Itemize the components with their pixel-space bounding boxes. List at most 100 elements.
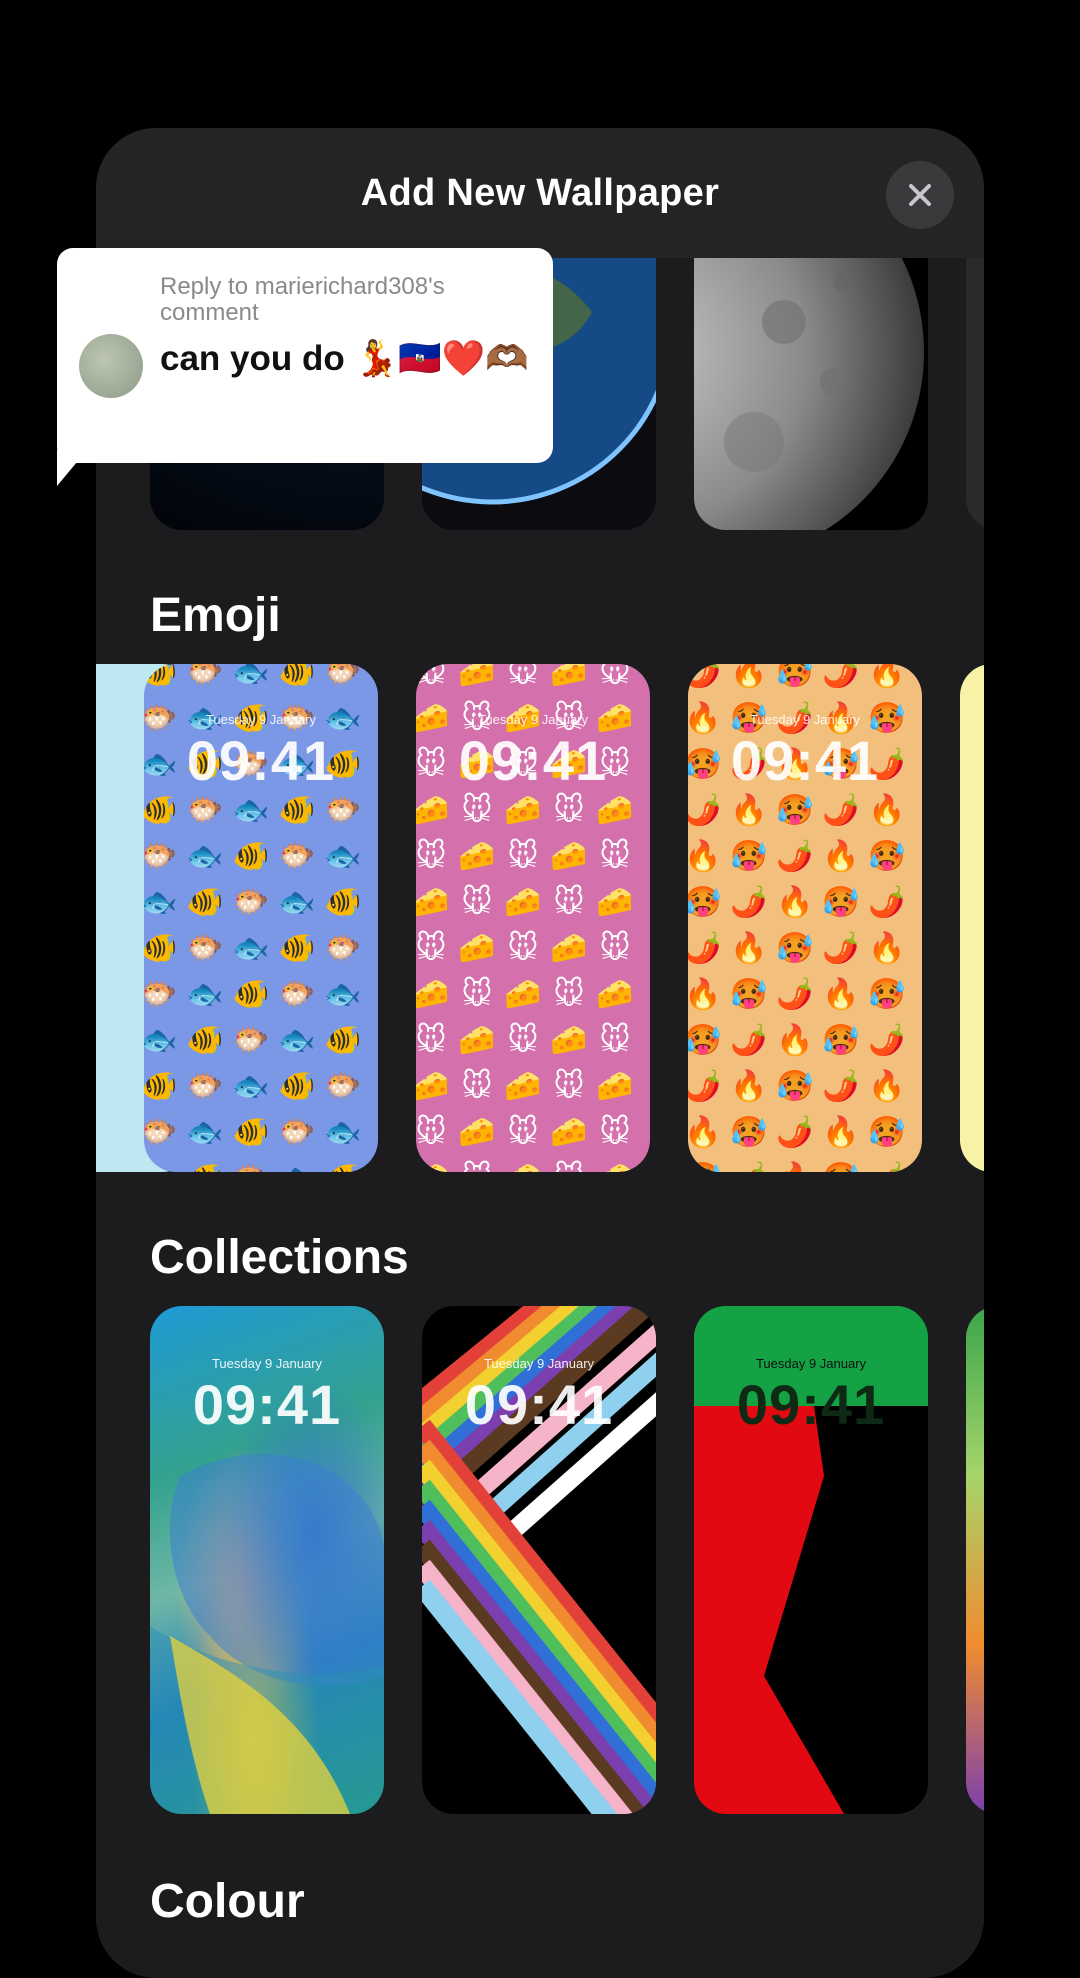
emoji-tile: 🐠 xyxy=(278,932,316,965)
emoji-tile: 🐭 xyxy=(553,794,585,827)
emoji-tile: 🌶️ xyxy=(730,1024,768,1057)
emoji-tile: 🐡 xyxy=(232,1024,270,1057)
comment-text: can you do 💃🇭🇹❤️🫶🏾 xyxy=(160,339,529,378)
emoji-tile: 🥵 xyxy=(730,978,768,1011)
emoji-tile: 🥵 xyxy=(730,840,768,873)
emoji-tile: 🐭 xyxy=(599,1024,631,1057)
emoji-tile: 🐠 xyxy=(144,932,178,965)
close-button[interactable] xyxy=(886,161,954,229)
wallpaper-peek[interactable] xyxy=(966,258,984,530)
emoji-tile: 🐠 xyxy=(182,1156,228,1172)
emoji-tile: 🥵 xyxy=(868,1116,906,1149)
emoji-tile: 🧀 xyxy=(550,932,588,965)
emoji-tile: 🐟 xyxy=(232,664,270,689)
emoji-tile: 🐠 xyxy=(232,1116,270,1149)
emoji-tile: 🐭 xyxy=(599,1116,631,1149)
emoji-tile: 🐭 xyxy=(416,1024,447,1057)
emoji-tile: 🐭 xyxy=(416,1116,447,1149)
emoji-tile: 🐠 xyxy=(324,1024,362,1057)
emoji-tile: 🔥 xyxy=(730,664,768,689)
emoji-tile: 🐡 xyxy=(186,932,224,965)
emoji-tile: 🌶️ xyxy=(776,978,814,1011)
emoji-tile: 🧀 xyxy=(550,840,588,873)
emoji-tile: 🐟 xyxy=(324,840,362,873)
emoji-tile: 🐭 xyxy=(416,932,447,965)
emoji-tile: 🐭 xyxy=(461,794,493,827)
emoji-tile: 🧀 xyxy=(458,840,496,873)
emoji-tile: 🐭 xyxy=(553,978,585,1011)
emoji-tile: 🌶️ xyxy=(688,932,722,965)
emoji-tile: 🐭 xyxy=(599,932,631,965)
emoji-tile: 🐠 xyxy=(232,840,270,873)
wallpaper-emoji-mouse[interactable]: 🐭 🧀 🐭 🧀 🐭 🧀 🐭 🧀 🐭 🧀 🐭 🧀 🐭 🧀 🐭 🧀 🐭 🧀 🐭 🧀 🐭 🧀 🐭 🧀 🐭 🧀 🐭 🧀 🐭 🧀 🐭 🧀 🐭 🧀 🐭 🧀 🐭 🧀 🐭 🧀… xyxy=(416,664,650,1172)
emoji-tile: 🐡 xyxy=(324,932,362,965)
emoji-tile: 🐠 xyxy=(278,1070,316,1103)
emoji-tile: 🥵 xyxy=(822,886,860,919)
lock-date: Tuesday 9 January xyxy=(205,712,317,727)
emoji-tile: 🥵 xyxy=(688,1024,722,1057)
lock-time: 09:41 xyxy=(186,729,336,792)
emoji-tile: 🥵 xyxy=(776,1070,814,1103)
emoji-tile: 🔥 xyxy=(688,1116,722,1149)
emoji-tile: 🐭 xyxy=(461,978,493,1011)
emoji-tile: 🐭 xyxy=(507,1116,539,1149)
emoji-tile: 🥵 xyxy=(776,794,814,827)
wallpaper-emoji-fish[interactable]: 🐠 🐡 🐟 🐠 🐡 🐡 🐟 🐠 🐡 🐟 🐟 🐠 🐡 🐟 🐠 🐠 🐡 🐟 🐠 🐡 🐡 🐟 🐠 🐡 🐟 🐟 🐠 🐡 🐟 🐠 🐠 🐡 🐟 🐠 🐡 🐡 🐟 🐠 🐡 🐟… xyxy=(144,664,378,1172)
emoji-tile: 🧀 xyxy=(416,886,450,919)
emoji-tile: 🐡 xyxy=(324,1070,362,1103)
section-title-collections: Collections xyxy=(150,1231,409,1284)
emoji-tile: 🐡 xyxy=(232,886,270,919)
emoji-tile: 🐭 xyxy=(454,1156,500,1172)
emoji-tile: 🌶️ xyxy=(688,794,722,827)
emoji-tile: 🐭 xyxy=(461,886,493,919)
emoji-tile: 🥵 xyxy=(688,886,722,919)
emoji-tile: 🐡 xyxy=(186,794,224,827)
comment-reply-bubble[interactable]: Reply to marierichard308's comment can y… xyxy=(57,248,553,463)
emoji-tile: 🐟 xyxy=(144,1024,178,1057)
emoji-tile: 🐠 xyxy=(232,978,270,1011)
emoji-tile: 🐡 xyxy=(186,664,224,689)
emoji-tile: 🌶️ xyxy=(776,840,814,873)
emoji-tile: 🧀 xyxy=(592,1156,638,1172)
lock-date: Tuesday 9 January xyxy=(477,712,589,727)
lock-date: Tuesday 9 January xyxy=(749,712,861,727)
emoji-tile: 🐡 xyxy=(144,1116,178,1149)
emoji-tile: 🌶️ xyxy=(688,664,722,689)
emoji-tile: 🔥 xyxy=(822,978,860,1011)
reply-label: Reply to marierichard308's comment xyxy=(160,273,445,326)
emoji-tile: 🧀 xyxy=(504,978,542,1011)
emoji-tile: 🔥 xyxy=(868,1070,906,1103)
emoji-tile: 🥵 xyxy=(776,664,814,689)
emoji-tile: 🧀 xyxy=(596,1070,634,1103)
emoji-tile: 🌶️ xyxy=(822,794,860,827)
emoji-tile: 🐡 xyxy=(144,840,178,873)
wallpaper-collection-ios[interactable]: Tuesday 9 January 09:41 xyxy=(150,1306,384,1814)
emoji-tile: 🥵 xyxy=(688,1156,726,1172)
emoji-tile: 🐭 xyxy=(416,664,447,689)
wallpaper-moon[interactable] xyxy=(694,258,928,530)
emoji-tile: 🥵 xyxy=(776,932,814,965)
wallpaper-collection-unity[interactable]: Tuesday 9 January 09:41 xyxy=(694,1306,928,1814)
emoji-tile: 🐡 xyxy=(278,978,316,1011)
emoji-row: 🐠 🐡 🐟 🐠 🐡 🐡 🐟 🐠 🐡 🐟 🐟 🐠 🐡 🐟 🐠 🐠 🐡 🐟 🐠 🐡 🐡 🐟 🐠 🐡 🐟 🐟 🐠 🐡 🐟 🐠 🐠 🐡 🐟 🐠 🐡 🐡 🐟 🐠 🐡 🐟… xyxy=(96,664,984,1174)
lock-time: 09:41 xyxy=(464,1373,614,1436)
emoji-tile: 🧀 xyxy=(504,1070,542,1103)
lock-date: Tuesday 9 January xyxy=(755,1356,867,1371)
emoji-tile: 🧀 xyxy=(596,886,634,919)
emoji-tile: 🌶️ xyxy=(868,886,906,919)
wallpaper-collection-peek[interactable] xyxy=(966,1306,984,1814)
emoji-tile: 🐡 xyxy=(144,978,178,1011)
emoji-tile: 🐟 xyxy=(144,1156,182,1172)
wallpaper-collection-pride[interactable]: Tuesday 9 January 09:41 xyxy=(422,1306,656,1814)
emoji-tile: 🐭 xyxy=(507,932,539,965)
emoji-tile: 🐡 xyxy=(186,1070,224,1103)
emoji-tile: 🧀 xyxy=(416,978,450,1011)
emoji-tile: 🐭 xyxy=(507,840,539,873)
wallpaper-emoji-chili[interactable]: 🌶️ 🔥 🥵 🌶️ 🔥 🔥 🥵 🌶️ 🔥 🥵 🥵 🌶️ 🔥 🥵 🌶️ 🌶️ 🔥 🥵 🌶️ 🔥 🔥 🥵 🌶️ 🔥 🥵 🥵 🌶️ 🔥 🥵 🌶️… xyxy=(688,664,922,1172)
emoji-tile: 🧀 xyxy=(416,1156,454,1172)
emoji-tile: 🔥 xyxy=(822,840,860,873)
emoji-tile: 🔥 xyxy=(776,1024,814,1057)
emoji-tile: 🧀 xyxy=(550,664,588,689)
emoji-tile: 🌶️ xyxy=(822,932,860,965)
wallpaper-emoji-peek-right[interactable] xyxy=(960,664,984,1172)
